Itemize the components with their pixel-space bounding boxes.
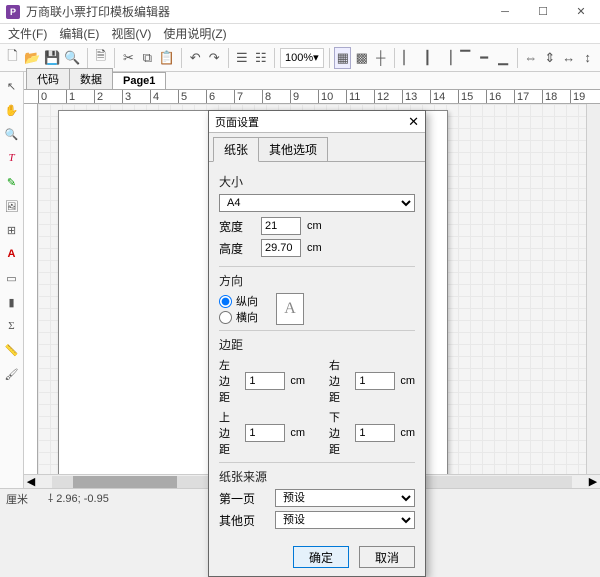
zoom-combo[interactable]: 100%▾ <box>280 48 324 68</box>
hand-tool[interactable]: ✋ <box>2 100 22 120</box>
tab-code[interactable]: 代码 <box>26 68 70 89</box>
open-button[interactable]: 📂 <box>23 47 41 69</box>
line-tool[interactable]: ▭ <box>2 268 22 288</box>
size-group-title: 大小 <box>219 173 415 190</box>
sigma-tool[interactable]: Σ <box>2 316 22 336</box>
height-label: 高度 <box>219 240 255 257</box>
status-position: ⸸ 2.96; -0.95 <box>48 491 109 506</box>
align-bottom-button[interactable]: ▁ <box>495 47 512 69</box>
minimize-button[interactable]: ─ <box>486 0 524 24</box>
dialog-tab-paper[interactable]: 纸张 <box>213 137 259 162</box>
guides-button[interactable]: ┼ <box>372 47 389 69</box>
maximize-button[interactable]: ☐ <box>524 0 562 24</box>
redo-button[interactable]: ↷ <box>206 47 223 69</box>
width-label: 宽度 <box>219 218 255 235</box>
scrollbar-vertical[interactable] <box>586 104 600 474</box>
other-page-select[interactable]: 预设 <box>275 511 415 529</box>
distribute-v-button[interactable]: ⇕ <box>541 47 558 69</box>
save-button[interactable]: 💾 <box>43 47 61 69</box>
orientation-icon: A <box>276 293 304 325</box>
undo-button[interactable]: ↶ <box>187 47 204 69</box>
ruler-vertical <box>24 104 38 474</box>
dialog-title: 页面设置 <box>215 114 259 130</box>
margin-top-input[interactable] <box>245 424 285 442</box>
paper-size-select[interactable]: A4 <box>219 194 415 212</box>
paint-tool[interactable]: 🖌 <box>2 364 22 384</box>
ruler-tool[interactable]: 📏 <box>2 340 22 360</box>
first-page-select[interactable]: 预设 <box>275 489 415 507</box>
ruler-horizontal: 012345678910111213141516171819 <box>24 90 600 104</box>
ungroup-button[interactable]: ☷ <box>252 47 269 69</box>
dialog-tab-other[interactable]: 其他选项 <box>258 137 328 162</box>
tab-data[interactable]: 数据 <box>69 68 113 89</box>
memo-tool[interactable]: ✎ <box>2 172 22 192</box>
close-button[interactable]: ✕ <box>562 0 600 24</box>
subreport-tool[interactable]: ⊞ <box>2 220 22 240</box>
same-width-button[interactable]: ↔ <box>560 47 577 69</box>
text-tool[interactable]: T <box>2 148 22 168</box>
barcode-tool[interactable]: ▮ <box>2 292 22 312</box>
source-group-title: 纸张来源 <box>219 468 415 485</box>
dialog-close-button[interactable]: ✕ <box>408 114 419 130</box>
snap-button[interactable]: ▩ <box>353 47 370 69</box>
landscape-radio[interactable]: 横向 <box>219 309 258 325</box>
window-title: 万商联小票打印模板编辑器 <box>26 3 170 20</box>
ok-button[interactable]: 确定 <box>293 546 349 568</box>
margin-right-input[interactable] <box>355 372 395 390</box>
distribute-h-button[interactable]: ⇔ <box>522 47 539 69</box>
tab-page1[interactable]: Page1 <box>112 72 166 89</box>
zoom-tool[interactable]: 🔍 <box>2 124 22 144</box>
align-middle-button[interactable]: ━ <box>476 47 493 69</box>
char-tool[interactable]: A <box>2 244 22 264</box>
align-left-button[interactable]: ▏ <box>400 47 417 69</box>
grid-button[interactable]: ▦ <box>334 47 351 69</box>
menu-help[interactable]: 使用说明(Z) <box>163 25 226 42</box>
width-input[interactable] <box>261 217 301 235</box>
paste-button[interactable]: 📋 <box>158 47 176 69</box>
menu-file[interactable]: 文件(F) <box>8 25 47 42</box>
margin-group-title: 边距 <box>219 336 415 353</box>
select-tool[interactable]: ↖ <box>2 76 22 96</box>
first-page-label: 第一页 <box>219 490 267 507</box>
page-setup-dialog: 页面设置 ✕ 纸张 其他选项 大小 A4 宽度 cm 高度 cm 方向 <box>208 110 426 577</box>
menu-view[interactable]: 视图(V) <box>111 25 151 42</box>
copy-button[interactable]: ⧉ <box>139 47 156 69</box>
same-height-button[interactable]: ↕ <box>579 47 596 69</box>
page-setup-button[interactable]: 🗎 <box>92 47 109 69</box>
margin-left-input[interactable] <box>245 372 285 390</box>
cut-button[interactable]: ✂ <box>120 47 137 69</box>
align-center-button[interactable]: ┃ <box>419 47 436 69</box>
group-button[interactable]: ☰ <box>233 47 250 69</box>
align-right-button[interactable]: ▕ <box>438 47 455 69</box>
other-page-label: 其他页 <box>219 512 267 529</box>
cancel-button[interactable]: 取消 <box>359 546 415 568</box>
status-unit: 厘米 <box>6 491 28 507</box>
height-input[interactable] <box>261 239 301 257</box>
portrait-radio[interactable]: 纵向 <box>219 293 258 309</box>
orient-group-title: 方向 <box>219 272 415 289</box>
align-top-button[interactable]: ▔ <box>457 47 474 69</box>
new-button[interactable]: 🗋 <box>4 47 21 69</box>
preview-button[interactable]: 🔍 <box>63 47 81 69</box>
margin-bottom-input[interactable] <box>355 424 395 442</box>
app-icon: P <box>6 5 20 19</box>
menu-edit[interactable]: 编辑(E) <box>59 25 99 42</box>
image-tool[interactable]: 🖼 <box>2 196 22 216</box>
